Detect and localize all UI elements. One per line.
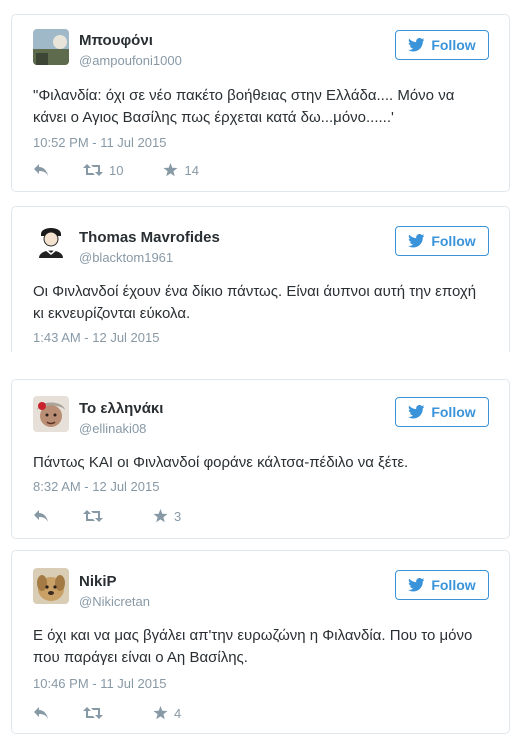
tweet-text: Οι Φινλανδοί έχουν ένα δίκιο πάντως. Είν…	[33, 283, 477, 322]
user-name[interactable]: Thomas Mavrofides	[79, 229, 220, 246]
like-count: 3	[174, 508, 182, 524]
tweet-timestamp[interactable]: 10:46 PM - 11 Jul 2015	[33, 676, 166, 691]
tweet-actions: 4	[33, 704, 181, 722]
follow-label: Follow	[431, 233, 476, 249]
reply-button[interactable]	[33, 163, 49, 177]
like-count: 4	[174, 705, 182, 721]
user-handle[interactable]: @Nikicretan	[79, 594, 150, 609]
tweet-timestamp[interactable]: 1:43 AM - 12 Jul 2015	[33, 330, 159, 345]
retweet-icon	[83, 510, 103, 522]
twitter-bird-icon	[408, 234, 425, 248]
twitter-bird-icon	[408, 38, 425, 52]
tweet-text: Ε όχι και να μας βγάλει απ'την ευρωζώνη …	[33, 627, 473, 666]
like-button[interactable]: 14	[163, 162, 199, 178]
twitter-bird-icon	[408, 578, 425, 592]
tweet-timestamp[interactable]: 10:52 PM - 11 Jul 2015	[33, 135, 166, 150]
follow-label: Follow	[431, 577, 476, 593]
user-name[interactable]: Μπουφόνι	[79, 32, 153, 49]
star-icon	[153, 509, 168, 523]
star-icon	[163, 163, 178, 177]
retweet-icon	[83, 707, 103, 719]
like-count: 14	[184, 162, 199, 178]
user-name[interactable]: Το ελληνάκι	[79, 400, 163, 417]
like-button[interactable]: 4	[153, 706, 181, 721]
tweet-text: Πάντως ΚΑΙ οι Φινλανδοί φοράνε κάλτσα-πέ…	[33, 454, 409, 471]
user-handle[interactable]: @blacktom1961	[79, 250, 173, 265]
reply-icon	[34, 707, 48, 719]
reply-button[interactable]	[33, 706, 49, 720]
user-handle[interactable]: @ellinaki08	[79, 421, 146, 436]
follow-button[interactable]: Follow	[395, 30, 489, 60]
tweet-card: NikiP @Nikicretan Follow Ε όχι και να μα…	[11, 550, 510, 734]
tweet-actions: 3	[33, 507, 181, 525]
follow-button[interactable]: Follow	[395, 226, 489, 256]
avatar[interactable]	[33, 396, 69, 432]
follow-label: Follow	[431, 37, 476, 53]
tweet-actions: 10 14	[33, 161, 199, 179]
user-handle[interactable]: @ampoufoni1000	[79, 53, 182, 68]
reply-icon	[34, 164, 48, 176]
tweet-timestamp[interactable]: 8:32 AM - 12 Jul 2015	[33, 479, 159, 494]
retweet-count: 10	[109, 162, 124, 178]
tweet-text: "Φιλανδία: όχι σε νέο πακέτο βοήθειας στ…	[33, 87, 455, 126]
retweet-button[interactable]	[83, 509, 109, 523]
follow-button[interactable]: Follow	[395, 397, 489, 427]
avatar[interactable]	[33, 568, 69, 604]
retweet-button[interactable]: 10	[83, 163, 123, 178]
reply-icon	[34, 510, 48, 522]
follow-button[interactable]: Follow	[395, 570, 489, 600]
twitter-bird-icon	[408, 405, 425, 419]
user-name[interactable]: NikiP	[79, 573, 117, 590]
reply-button[interactable]	[33, 509, 49, 523]
like-button[interactable]: 3	[153, 509, 181, 524]
retweet-icon	[83, 164, 103, 176]
tweet-card: Thomas Mavrofides @blacktom1961 Follow Ο…	[11, 206, 510, 352]
avatar[interactable]	[33, 29, 69, 65]
follow-label: Follow	[431, 404, 476, 420]
avatar[interactable]	[33, 222, 69, 258]
tweet-card: Το ελληνάκι @ellinaki08 Follow Πάντως ΚΑ…	[11, 379, 510, 539]
tweet-card: Μπουφόνι @ampoufoni1000 Follow "Φιλανδία…	[11, 14, 510, 192]
star-icon	[153, 706, 168, 720]
retweet-button[interactable]	[83, 706, 109, 720]
